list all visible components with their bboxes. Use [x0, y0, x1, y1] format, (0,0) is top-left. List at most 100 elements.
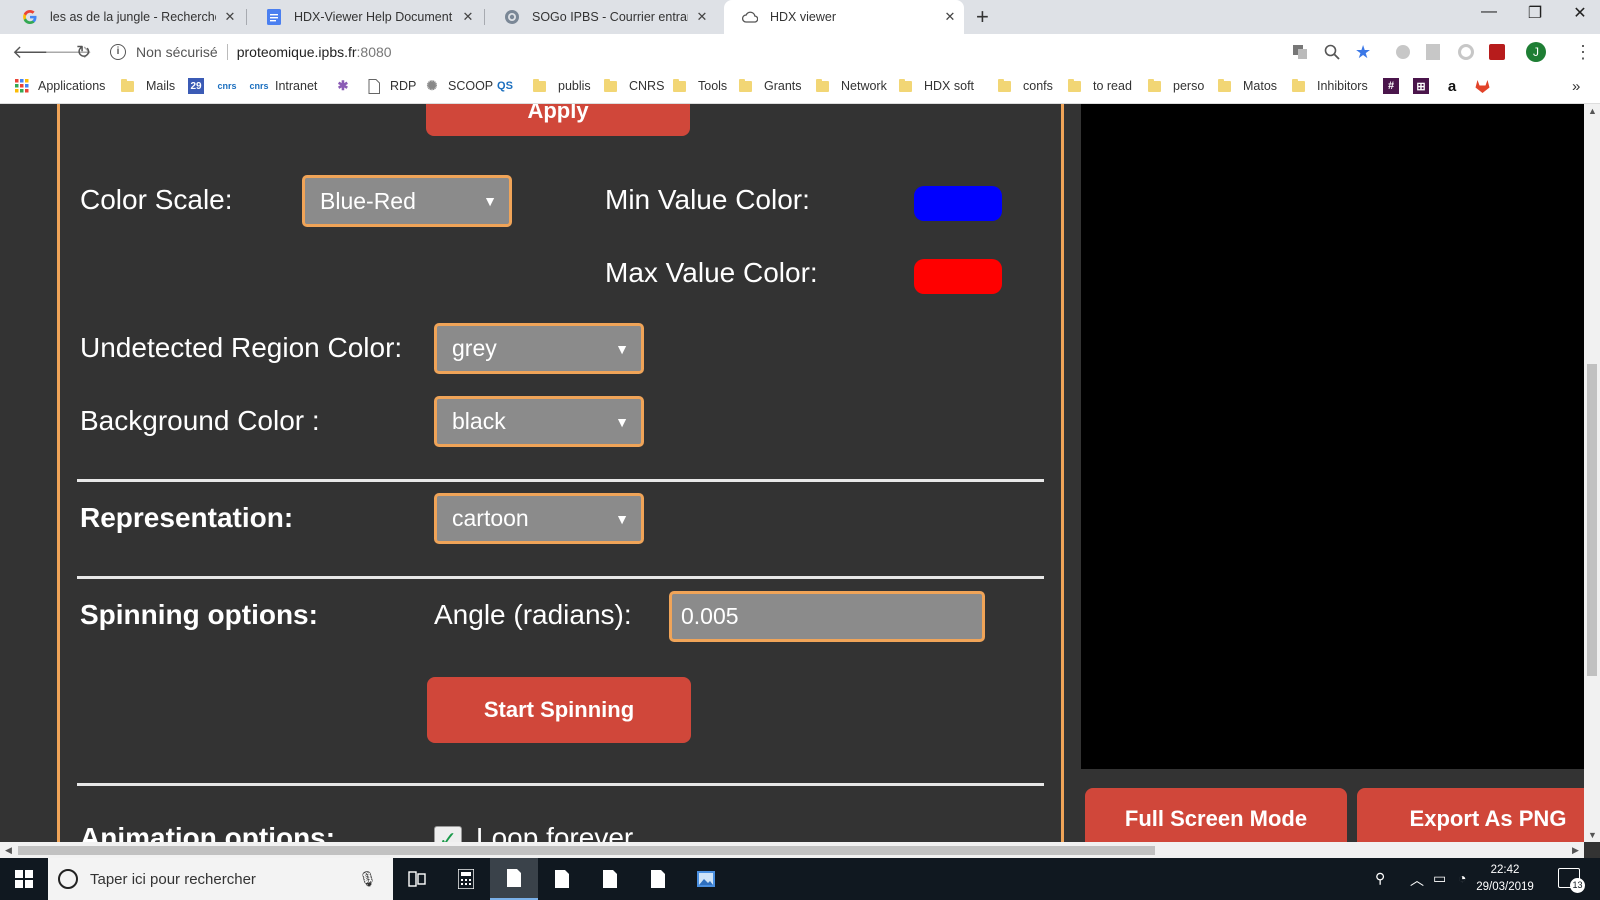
loop-forever-checkbox[interactable]: ✓: [434, 826, 462, 842]
star-logo-icon: ✱: [337, 78, 349, 93]
color-scale-label: Color Scale:: [80, 184, 233, 215]
undetected-color-select[interactable]: grey ▼: [434, 323, 644, 374]
close-window-button[interactable]: ✕: [1557, 3, 1600, 23]
color-scale-value: Blue-Red: [320, 187, 416, 214]
start-button[interactable]: [0, 858, 48, 900]
bookmark-confs[interactable]: confs: [998, 76, 1053, 96]
url-host: proteomique.ipbs.fr: [236, 44, 357, 60]
close-tab-icon[interactable]: ✕: [688, 9, 716, 25]
bookmark-publis[interactable]: publis: [533, 76, 591, 96]
max-color-swatch[interactable]: [914, 259, 1002, 294]
folder-icon: [998, 78, 1011, 92]
scroll-right-icon[interactable]: ▶: [1572, 845, 1579, 856]
start-spinning-button[interactable]: Start Spinning: [427, 677, 691, 743]
new-tab-button[interactable]: +: [976, 4, 989, 30]
bookmark-star-icon[interactable]: ★: [1355, 42, 1371, 62]
cloud-page-icon: [742, 9, 758, 25]
document-app-icon[interactable]: [490, 858, 538, 900]
color-scale-select[interactable]: Blue-Red ▼: [302, 175, 512, 227]
bookmark-label: RDP: [390, 79, 417, 93]
menu-kebab-icon[interactable]: ⋮: [1574, 42, 1592, 63]
bookmark-logo[interactable]: ✱: [335, 76, 359, 96]
bookmark-slack[interactable]: #: [1383, 76, 1407, 96]
full-screen-label: Full Screen Mode: [1124, 806, 1308, 831]
angle-input[interactable]: 0.005: [669, 591, 985, 642]
bookmark-label: Applications: [38, 79, 106, 93]
bookmark-inhibitors[interactable]: Inhibitors: [1292, 76, 1368, 96]
apply-button-label: Apply: [527, 104, 589, 123]
image-app-icon[interactable]: [682, 858, 730, 900]
restore-window-button[interactable]: ❐: [1512, 3, 1558, 23]
show-hidden-icons-chevron[interactable]: ︿: [1410, 870, 1424, 890]
apply-button[interactable]: Apply: [426, 104, 690, 136]
bookmark-label: Network: [841, 79, 887, 93]
tab-hdx-viewer[interactable]: HDX viewer ✕: [724, 0, 964, 34]
representation-select[interactable]: cartoon ▼: [434, 493, 644, 544]
zoom-icon[interactable]: [1324, 44, 1340, 60]
bookmark-qs[interactable]: QS: [497, 76, 521, 96]
wifi-icon[interactable]: ◔: [1458, 870, 1466, 886]
close-tab-icon[interactable]: ✕: [216, 9, 244, 25]
taskbar-search-box[interactable]: Taper ici pour rechercher 🎙: [48, 858, 393, 900]
tab-google-search[interactable]: les as de la jungle - Recherche Go ✕: [4, 0, 244, 34]
background-color-select[interactable]: black ▼: [434, 396, 644, 447]
circle-extension-icon[interactable]: [1458, 44, 1474, 60]
bookmark-to-read[interactable]: to read: [1068, 76, 1132, 96]
google-docs-icon: [266, 9, 282, 25]
bookmark-a-app[interactable]: a: [1444, 76, 1468, 96]
scroll-down-icon[interactable]: ▼: [1588, 830, 1597, 840]
tab-sogo-mail[interactable]: SOGo IPBS - Courrier entrant ✕: [486, 0, 716, 34]
bookmarks-overflow-button[interactable]: »: [1572, 76, 1580, 96]
intranet-icon: cnrs: [249, 81, 269, 91]
red-extension-icon[interactable]: [1489, 44, 1505, 60]
skype-extension-icon[interactable]: [1395, 44, 1411, 60]
dropdown-arrow-icon: ▼: [483, 193, 497, 209]
document-extension-icon[interactable]: [1426, 44, 1442, 60]
vertical-scroll-thumb[interactable]: [1587, 364, 1597, 676]
address-bar[interactable]: i Non sécurisé proteomique.ipbs.fr:8080: [110, 40, 1300, 64]
people-icon[interactable]: ⚲: [1375, 870, 1385, 887]
bookmark-cnrs[interactable]: cnrs: [218, 76, 243, 96]
bookmark-gitlab[interactable]: [1474, 76, 1498, 96]
tab-help-document[interactable]: HDX-Viewer Help Document - Go ✕: [248, 0, 482, 34]
bookmark-grid-app[interactable]: ⊞: [1413, 76, 1437, 96]
document-app-icon[interactable]: [586, 858, 634, 900]
battery-icon[interactable]: ▭: [1433, 870, 1446, 887]
horizontal-scroll-thumb[interactable]: [18, 846, 1155, 855]
bookmark-mails[interactable]: Mails: [121, 76, 175, 96]
tab-separator: [484, 9, 485, 25]
bookmark-intranet[interactable]: cnrs Intranet: [249, 76, 318, 96]
taskbar-clock[interactable]: 22:42 29/03/2019: [1470, 862, 1540, 896]
bookmark-perso[interactable]: perso: [1148, 76, 1204, 96]
bookmark-grants[interactable]: Grants: [739, 76, 802, 96]
document-app-icon[interactable]: [634, 858, 682, 900]
task-view-icon[interactable]: [393, 858, 441, 900]
export-png-button[interactable]: Export As PNG: [1357, 788, 1584, 842]
microphone-icon[interactable]: 🎙: [358, 870, 377, 888]
bookmark-cnrs-folder[interactable]: CNRS: [604, 76, 664, 96]
bookmark-applications[interactable]: Applications: [14, 76, 105, 96]
bookmark-matos[interactable]: Matos: [1218, 76, 1277, 96]
full-screen-button[interactable]: Full Screen Mode: [1085, 788, 1347, 842]
molecule-viewer-canvas[interactable]: [1081, 104, 1584, 769]
folder-icon: [816, 78, 829, 92]
bookmark-network[interactable]: Network: [816, 76, 887, 96]
close-tab-icon[interactable]: ✕: [454, 9, 482, 25]
scroll-left-icon[interactable]: ◀: [5, 845, 12, 856]
translate-icon[interactable]: [1292, 44, 1308, 60]
info-icon[interactable]: i: [110, 44, 126, 60]
calculator-app-icon[interactable]: [442, 858, 490, 900]
minimize-window-button[interactable]: —: [1466, 3, 1512, 21]
close-tab-icon[interactable]: ✕: [936, 9, 964, 25]
bookmark-tools[interactable]: Tools: [673, 76, 727, 96]
document-app-icon[interactable]: [538, 858, 586, 900]
bookmark-scoop[interactable]: ✺ SCOOP: [424, 76, 494, 96]
reload-icon[interactable]: ↻: [76, 42, 91, 63]
min-color-swatch[interactable]: [914, 186, 1002, 221]
bookmark-hdx-soft[interactable]: HDX soft: [899, 76, 974, 96]
folder-icon: [899, 78, 912, 92]
bookmark-calendar[interactable]: 29: [188, 76, 212, 96]
bookmark-rdp[interactable]: RDP: [366, 76, 416, 96]
avatar[interactable]: J: [1526, 42, 1546, 62]
scroll-up-icon[interactable]: ▲: [1588, 106, 1597, 116]
